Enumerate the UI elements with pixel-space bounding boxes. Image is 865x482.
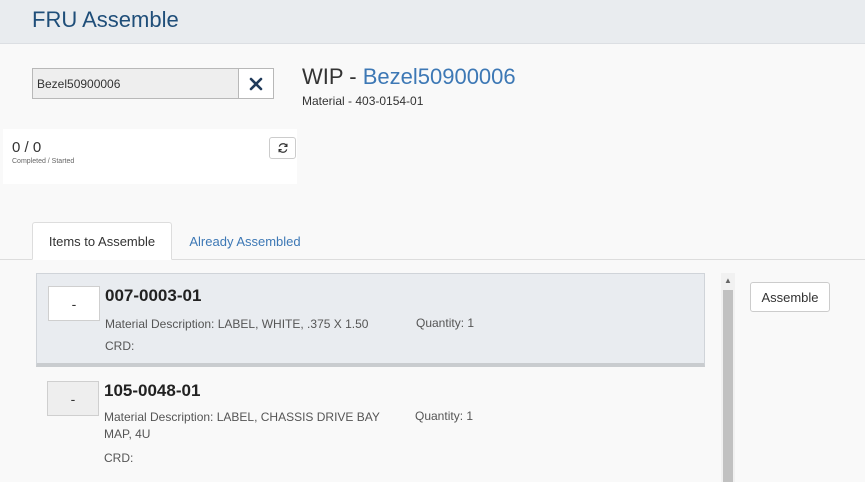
close-icon — [249, 77, 263, 90]
wip-id-link[interactable]: Bezel50900006 — [363, 64, 516, 89]
clear-search-button[interactable] — [238, 68, 274, 99]
quantity-label: Quantity: 1 — [416, 316, 475, 330]
page-header: FRU Assemble — [0, 0, 865, 44]
search-group — [32, 68, 274, 99]
quantity-input[interactable]: - — [48, 286, 100, 321]
crd-label: CRD: — [104, 451, 134, 465]
refresh-icon — [278, 143, 287, 153]
part-number: 105-0048-01 — [104, 381, 201, 400]
refresh-button[interactable] — [269, 137, 296, 159]
list-scrollbar[interactable]: ▲ — [721, 273, 735, 482]
wip-material: Material - 403-0154-01 — [302, 94, 424, 108]
counter-label: Completed / Started — [12, 158, 75, 165]
tab-already-assembled[interactable]: Already Assembled — [176, 222, 314, 260]
arrow-up-icon[interactable]: ▲ — [721, 273, 735, 287]
material-description: Material Description: LABEL, WHITE, .375… — [105, 317, 369, 331]
progress-counter-card: 0 / 0 Completed / Started — [3, 129, 297, 184]
scrollbar-thumb[interactable] — [723, 290, 733, 482]
quantity-input[interactable]: - — [47, 381, 99, 416]
wip-title: WIP - Bezel50900006 — [302, 64, 516, 90]
material-description: Material Description: LABEL, CHASSIS DRI… — [104, 410, 380, 441]
wip-prefix: WIP - — [302, 64, 363, 89]
counter-value: 0 / 0 — [12, 139, 42, 156]
crd-label: CRD: — [105, 339, 135, 353]
search-input[interactable] — [32, 68, 239, 99]
list-item[interactable]: - 007-0003-01 Material Description: LABE… — [36, 273, 705, 367]
quantity-label: Quantity: 1 — [415, 409, 474, 423]
tab-items-to-assemble[interactable]: Items to Assemble — [32, 222, 172, 260]
page-title: FRU Assemble — [32, 7, 179, 32]
list-item[interactable]: - 105-0048-01 Material Description: LABE… — [36, 372, 705, 482]
part-number: 007-0003-01 — [105, 286, 202, 305]
assemble-button[interactable]: Assemble — [750, 282, 830, 312]
